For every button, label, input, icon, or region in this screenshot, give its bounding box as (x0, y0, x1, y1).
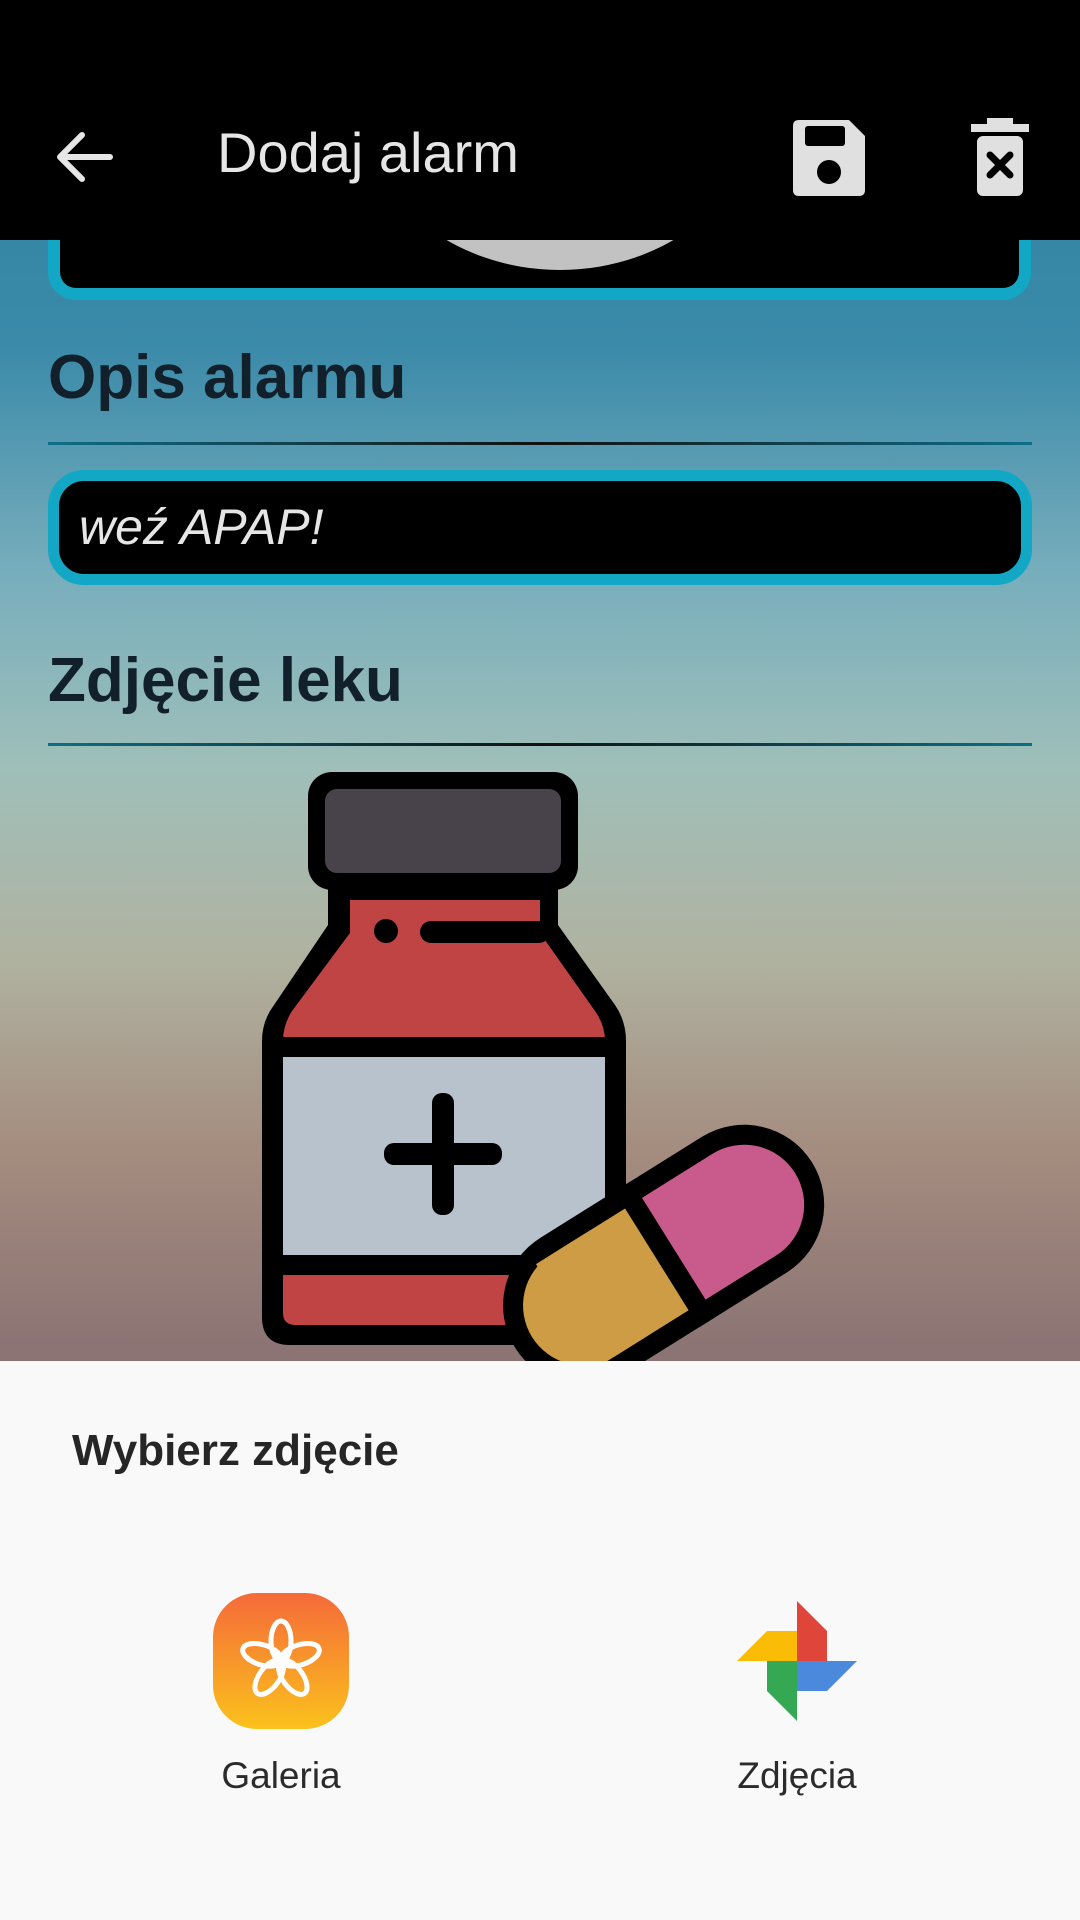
back-button[interactable] (40, 112, 130, 202)
photos-app-option[interactable]: Zdjęcia (667, 1591, 927, 1797)
divider (48, 743, 1032, 746)
google-photos-icon (737, 1601, 857, 1721)
medicine-bottle-and-pill-image[interactable] (250, 765, 830, 1365)
delete-button[interactable] (955, 112, 1045, 202)
photo-heading: Zdjęcie leku (48, 646, 403, 715)
arrow-back-icon (57, 132, 113, 182)
description-heading: Opis alarmu (48, 343, 407, 412)
image-chooser-sheet: Wybierz zdjęcie Galeria Zdjęcia (0, 1361, 1080, 1920)
trash-icon (971, 118, 1029, 196)
page-title: Dodaj alarm (217, 121, 519, 184)
floppy-disk-icon (793, 120, 865, 196)
save-button[interactable] (783, 112, 873, 202)
chooser-title: Wybierz zdjęcie (72, 1426, 399, 1475)
description-input[interactable]: weź APAP! (48, 470, 1032, 585)
gallery-app-icon (213, 1593, 349, 1729)
gallery-app-label: Galeria (221, 1755, 341, 1796)
toolbar: Dodaj alarm (0, 0, 1080, 240)
divider (48, 442, 1032, 445)
photos-app-label: Zdjęcia (737, 1755, 857, 1796)
gallery-app-option[interactable]: Galeria (151, 1591, 411, 1797)
